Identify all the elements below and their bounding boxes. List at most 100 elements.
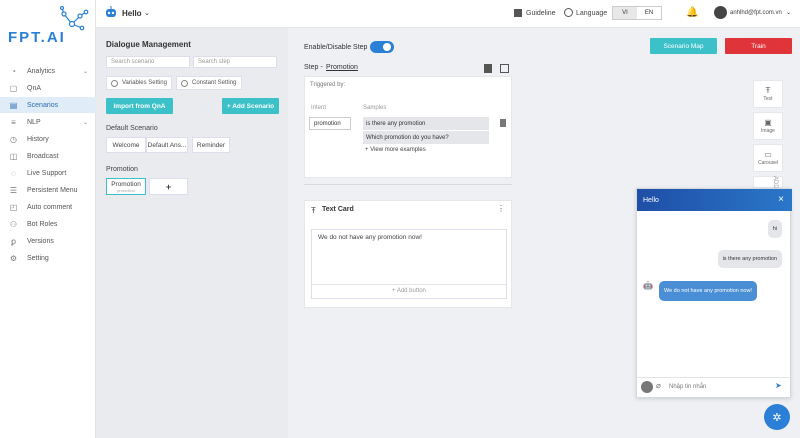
sidebar-item-history[interactable]: ◷ History bbox=[0, 131, 96, 147]
bot-selector[interactable]: Hello bbox=[122, 9, 142, 18]
sidebar-item-label: QnA bbox=[27, 84, 42, 92]
sidebar-item-label: Setting bbox=[27, 254, 49, 262]
dialogue-panel: Dialogue Management Search scenario Sear… bbox=[96, 28, 288, 438]
roles-icon: ⚇ bbox=[9, 219, 18, 229]
constant-setting-button[interactable]: Constant Setting bbox=[176, 76, 242, 90]
sidebar-item-label: Bot Roles bbox=[27, 220, 58, 228]
language-switch[interactable]: VI EN bbox=[612, 6, 662, 20]
lang-vi-option[interactable]: VI bbox=[613, 7, 637, 19]
text-card-title: Text Card bbox=[322, 206, 354, 213]
triggered-by-label: Triggered by: bbox=[310, 82, 346, 88]
trash-icon[interactable] bbox=[500, 119, 506, 127]
view-more-link[interactable]: + View more examples bbox=[365, 147, 426, 153]
step-name[interactable]: Promotion bbox=[326, 64, 358, 71]
sidebar-item-analytics[interactable]: ◔ Analytics ⌄ bbox=[0, 63, 96, 79]
chat-launcher-button[interactable]: ✲ bbox=[764, 404, 790, 430]
chevron-down-icon[interactable]: ⌄ bbox=[144, 9, 150, 17]
search-step-input[interactable]: Search step bbox=[193, 56, 277, 68]
constant-setting-label: Constant Setting bbox=[192, 80, 237, 86]
sidebar-item-scenarios[interactable]: ▤ Scenarios bbox=[0, 97, 96, 113]
chat-input[interactable]: Nhập tin nhắn bbox=[669, 384, 706, 390]
sidebar-item-auto-comment[interactable]: ◰ Auto comment bbox=[0, 199, 96, 215]
block-welcome[interactable]: Welcome bbox=[106, 137, 146, 153]
bot-avatar-icon: 🤖 bbox=[643, 281, 653, 290]
top-bar: Hello ⌄ Guideline Language VI EN 🔔 anhlh… bbox=[96, 0, 800, 28]
sidebar-item-label: Broadcast bbox=[27, 152, 59, 160]
default-scenario-label: Default Scenario bbox=[106, 125, 158, 132]
sidebar-item-label: Analytics bbox=[27, 67, 56, 75]
bot-icon bbox=[104, 6, 118, 20]
toggle-label: Enable/Disable Step bbox=[304, 44, 368, 51]
block-promotion-sub: promotion bbox=[117, 187, 135, 193]
send-icon[interactable]: ➤ bbox=[775, 381, 782, 390]
image-icon: ▣ bbox=[764, 118, 772, 127]
scenario-map-button[interactable]: Scenario Map bbox=[650, 38, 717, 54]
divider bbox=[312, 284, 506, 285]
sidebar-item-setting[interactable]: ⚙ Setting bbox=[0, 250, 96, 266]
samples-header: Samples bbox=[363, 105, 387, 111]
variables-setting-button[interactable]: Variables Setting bbox=[106, 76, 172, 90]
more-vertical-icon[interactable]: ⋮ bbox=[497, 204, 505, 213]
lang-en-option[interactable]: EN bbox=[637, 7, 661, 19]
add-block-button[interactable]: + bbox=[149, 178, 188, 195]
block-default-answer[interactable]: Default Ans... bbox=[146, 137, 188, 153]
enable-step-toggle[interactable] bbox=[370, 41, 394, 53]
qna-icon: ▢ bbox=[9, 83, 18, 93]
user-email[interactable]: anhlhd@fpt.com.vn bbox=[730, 10, 782, 16]
trigger-card: Triggered by: Intent Samples promotion i… bbox=[304, 76, 512, 178]
carousel-icon: ▭ bbox=[764, 150, 772, 159]
attach-icon[interactable]: ⌀ bbox=[656, 381, 661, 390]
menu-icon[interactable] bbox=[641, 381, 653, 393]
chat-widget: Hello × hi is there any promotion 🤖 We d… bbox=[636, 188, 792, 398]
live-support-icon: ◌ bbox=[11, 168, 16, 178]
text-card-body[interactable]: We do not have any promotion now! bbox=[318, 234, 422, 241]
close-icon[interactable]: × bbox=[778, 194, 784, 205]
divider bbox=[637, 377, 790, 378]
gear-icon: ⚙ bbox=[9, 253, 18, 263]
tool-image[interactable]: ▣ Image bbox=[753, 112, 783, 140]
duplicate-icon[interactable] bbox=[500, 64, 509, 73]
guideline-link[interactable]: Guideline bbox=[526, 10, 556, 17]
sample-item[interactable]: is there any promotion bbox=[363, 117, 489, 130]
chat-header: Hello × bbox=[637, 189, 792, 211]
broadcast-icon: ◫ bbox=[9, 151, 18, 161]
train-button[interactable]: Train bbox=[725, 38, 792, 54]
tool-text[interactable]: Ŧ Text bbox=[753, 80, 783, 108]
sidebar-item-broadcast[interactable]: ◫ Broadcast bbox=[0, 148, 96, 164]
divider bbox=[304, 184, 512, 185]
block-promotion-label: Promotion bbox=[111, 180, 141, 188]
text-card-editor[interactable]: We do not have any promotion now! + Add … bbox=[311, 229, 507, 299]
intent-field[interactable]: promotion bbox=[309, 117, 351, 130]
sidebar-item-versions[interactable]: ꝑ Versions bbox=[0, 233, 96, 249]
chevron-down-icon[interactable]: ⌄ bbox=[786, 9, 791, 16]
copy-icon[interactable] bbox=[484, 64, 492, 73]
language-label: Language bbox=[576, 10, 608, 17]
tool-carousel[interactable]: ▭ Carousel bbox=[753, 144, 783, 172]
sidebar-item-live-support[interactable]: ◌ Live Support bbox=[0, 165, 96, 181]
chat-message-user: hi bbox=[767, 220, 782, 238]
block-promotion[interactable]: Promotion promotion bbox=[106, 178, 146, 195]
search-scenario-input[interactable]: Search scenario bbox=[106, 56, 190, 68]
add-button-link[interactable]: + Add button bbox=[392, 288, 426, 294]
sample-item[interactable]: Which promotion do you have? bbox=[363, 131, 489, 144]
sidebar-item-qna[interactable]: ▢ QnA bbox=[0, 80, 96, 96]
sidebar-item-persistent-menu[interactable]: ☰ Persistent Menu bbox=[0, 182, 96, 198]
chat-message-bot: We do not have any promotion now! bbox=[659, 281, 757, 301]
chart-icon: ◔ bbox=[11, 66, 16, 76]
block-reminder[interactable]: Reminder bbox=[192, 137, 230, 153]
toggle-knob bbox=[383, 43, 391, 51]
sidebar-item-nlp[interactable]: ≡ NLP ⌄ bbox=[0, 114, 96, 130]
avatar[interactable] bbox=[714, 6, 727, 19]
tool-more[interactable] bbox=[753, 176, 783, 188]
sidebar-item-label: Persistent Menu bbox=[27, 186, 78, 194]
bell-icon[interactable]: 🔔 bbox=[686, 7, 698, 18]
sidebar-item-label: Live Support bbox=[27, 169, 67, 177]
fpt-ai-logo[interactable]: FPT.AI bbox=[6, 5, 90, 46]
guideline-icon bbox=[514, 9, 522, 17]
import-qna-button[interactable]: Import from QnA bbox=[106, 98, 173, 114]
tool-carousel-label: Carousel bbox=[757, 160, 778, 166]
history-icon: ◷ bbox=[10, 134, 17, 144]
sidebar-item-label: Auto comment bbox=[27, 203, 73, 211]
sidebar-item-bot-roles[interactable]: ⚇ Bot Roles bbox=[0, 216, 96, 232]
add-scenario-button[interactable]: + Add Scenario bbox=[222, 98, 279, 114]
